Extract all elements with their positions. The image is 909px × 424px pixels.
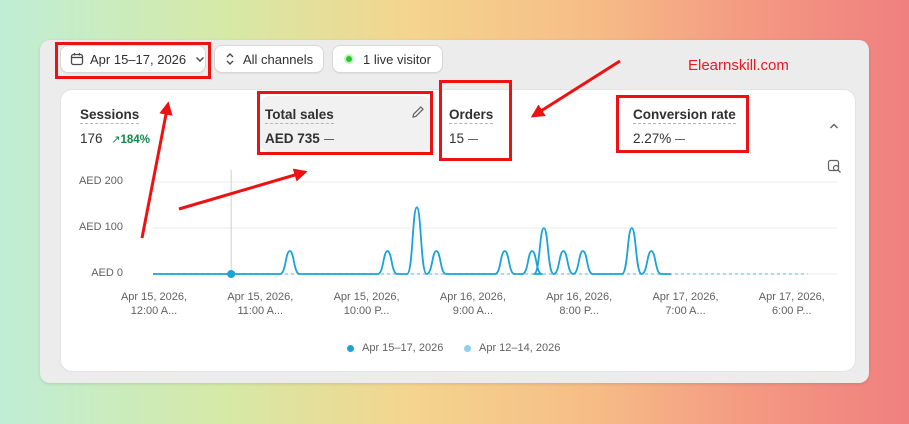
hover-point[interactable] [227,270,236,278]
live-status-dot [344,54,354,64]
highlight-box-orders [439,80,512,161]
legend-previous: Apr 12–14, 2026 [464,342,560,354]
legend-current-swatch [347,344,354,352]
highlight-box-conversion-rate [616,95,749,153]
legend-current: Apr 15–17, 2026 [347,342,443,354]
channel-filter[interactable]: All channels [214,45,324,73]
legend-previous-swatch [464,344,471,352]
channel-filter-label: All channels [243,51,314,67]
live-visitor-button[interactable]: 1 live visitor [332,45,443,73]
sort-arrows-icon [226,53,234,65]
legend-previous-label: Apr 12–14, 2026 [479,342,561,354]
highlight-box-date-range [55,42,211,79]
legend-current-label: Apr 15–17, 2026 [362,342,444,354]
highlight-box-total-sales [257,91,433,155]
live-visitor-label: 1 live visitor [363,51,431,67]
watermark-text: Elearnskill.com [688,57,789,74]
